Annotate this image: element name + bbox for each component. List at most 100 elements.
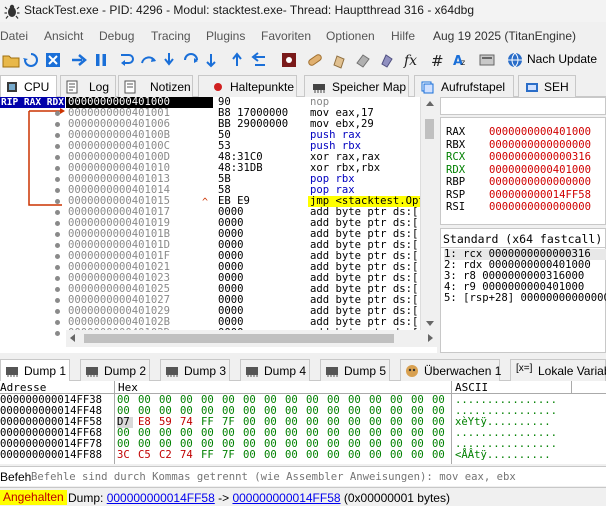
call-convention-pane[interactable]: Standard (x64 fastcall) 1: rcx 000000000… (440, 228, 606, 353)
breakpoint-toggle-dot[interactable] (55, 133, 60, 138)
scroll-down-icon[interactable] (426, 321, 434, 326)
dump-hex-byte[interactable]: C2 (159, 450, 175, 461)
patch-icon[interactable] (306, 51, 324, 69)
bytes-column[interactable]: 90 B8 17000000 BB 29000000 50 53 48:31C0 48:31… (213, 97, 306, 339)
tab-dump-4[interactable]: Dump 4 (240, 359, 310, 381)
restart-icon[interactable] (22, 51, 40, 69)
dump-hex-byte[interactable]: 00 (348, 450, 364, 461)
dump-hex-byte[interactable]: 00 (264, 450, 280, 461)
open-folder-icon[interactable] (2, 51, 20, 69)
functions-icon[interactable]: fx (402, 51, 420, 69)
instruction-column[interactable]: nop mov eax,17 mov ebx,29 push rax push rbx x… (308, 97, 420, 330)
settings-icon[interactable] (478, 51, 496, 69)
tab-aufrufstapel[interactable]: Aufrufstapel (414, 75, 514, 97)
dump-hex-byte[interactable]: 00 (285, 450, 301, 461)
register-value[interactable]: 0000000000000000 (489, 176, 591, 188)
dump-hex-byte[interactable]: 7F (222, 450, 238, 461)
execute-till-return-icon[interactable] (202, 51, 220, 69)
dump-hex-byte[interactable]: 74 (180, 450, 196, 461)
tab-haltepunkte[interactable]: Haltepunkte (198, 75, 297, 97)
step-into-icon[interactable] (118, 51, 136, 69)
breakpoint-toggle-dot[interactable] (55, 254, 60, 259)
dump-hex-header[interactable]: Hex (118, 381, 138, 394)
menu-favoriten[interactable]: Favoriten (261, 29, 311, 43)
dump-ascii-header[interactable]: ASCII (455, 381, 488, 394)
tab-lokale-variablen[interactable]: [x=] Lokale Variablen (510, 359, 606, 381)
disassembly-horizontal-scrollbar[interactable] (66, 330, 437, 347)
dump-start-link[interactable]: 000000000014FF58 (107, 491, 215, 505)
breakpoint-toggle-dot[interactable] (55, 320, 60, 325)
bookmarks-icon[interactable] (378, 51, 396, 69)
disassembly-vertical-scrollbar[interactable] (420, 97, 437, 330)
breakpoint-toggle-dot[interactable] (55, 221, 60, 226)
hex-dump-rows[interactable]: 000000000014FF38 00 00 00 00 00 00 00 00 00 00 00 00… (0, 395, 606, 464)
dump-hex-byte[interactable]: C5 (138, 450, 154, 461)
scylla-icon[interactable] (280, 51, 298, 69)
step-back-icon[interactable] (250, 51, 268, 69)
tab-dump-1[interactable]: Dump 1 (0, 359, 70, 381)
tab-seh[interactable]: SEH (518, 75, 576, 97)
breakpoint-toggle-dot[interactable] (55, 298, 60, 303)
dump-hex-byte[interactable]: 00 (369, 450, 385, 461)
breakpoint-toggle-dot[interactable] (55, 188, 60, 193)
tab-dump-5[interactable]: Dump 5 (320, 359, 390, 381)
address-column[interactable]: 0000000000401000 0000000000401001 00000000… (66, 97, 213, 339)
dump-hex-byte[interactable]: 3C (117, 450, 133, 461)
breakpoint-toggle-dot[interactable] (55, 166, 60, 171)
breakpoint-toggle-dot[interactable] (55, 199, 60, 204)
register-value[interactable]: 0000000000000000 (489, 201, 591, 213)
hash-icon[interactable]: # (428, 51, 446, 69)
scroll-right-icon[interactable] (428, 334, 433, 342)
dump-hex-byte[interactable]: 00 (390, 450, 406, 461)
dump-hex-byte[interactable]: 00 (411, 450, 427, 461)
breakpoint-toggle-dot[interactable] (55, 155, 60, 160)
register-value[interactable]: 0000000000401000 (489, 164, 591, 176)
tab-ueberwachen-1[interactable]: Überwachen 1 (400, 359, 501, 381)
check-update-button[interactable]: Nach Update (527, 52, 597, 66)
menu-optionen[interactable]: Optionen (326, 29, 375, 43)
update-globe-icon[interactable] (506, 51, 524, 69)
tab-log[interactable]: Log (60, 75, 116, 97)
breakpoint-toggle-dot[interactable] (55, 331, 60, 336)
dump-hex-byte[interactable]: 00 (306, 450, 322, 461)
breakpoint-toggle-dot[interactable] (55, 309, 60, 314)
menu-tracing[interactable]: Tracing (151, 29, 191, 43)
dump-address-header[interactable]: Adresse (0, 381, 46, 394)
register-value[interactable]: 0000000000401000 (489, 126, 591, 138)
dump-end-link[interactable]: 000000000014FF58 (232, 491, 340, 505)
dump-row-address[interactable]: 000000000014FF88 (0, 450, 102, 461)
menu-debug[interactable]: Debug (99, 29, 134, 43)
scroll-left-icon[interactable] (70, 334, 75, 342)
breakpoint-toggle-dot[interactable] (55, 210, 60, 215)
breakpoint-toggle-dot[interactable] (55, 232, 60, 237)
breakpoint-toggle-dot[interactable] (55, 243, 60, 248)
run-icon[interactable] (70, 51, 88, 69)
tab-speicher-map[interactable]: Speicher Map (304, 75, 409, 97)
menu-datei[interactable]: Datei (0, 29, 28, 43)
breakpoint-toggle-dot[interactable] (55, 144, 60, 149)
breakpoint-toggle-dot[interactable] (55, 287, 60, 292)
pause-icon[interactable] (92, 51, 110, 69)
tab-cpu[interactable]: CPU (0, 75, 57, 97)
call-argument-line[interactable]: 5: [rsp+28] 0000000000000000 (444, 293, 606, 304)
menu-hilfe[interactable]: Hilfe (391, 29, 415, 43)
breakpoint-toggle-dot[interactable] (55, 177, 60, 182)
run-to-user-code-icon[interactable] (228, 51, 246, 69)
labels-icon[interactable] (354, 51, 372, 69)
dump-hex-byte[interactable]: 00 (327, 450, 343, 461)
breakpoint-toggle-dot[interactable] (55, 122, 60, 127)
register-value[interactable]: 0000000000000000 (489, 139, 591, 151)
trace-over-icon[interactable] (182, 51, 200, 69)
tab-dump-2[interactable]: Dump 2 (80, 359, 150, 381)
close-debuggee-icon[interactable] (44, 51, 62, 69)
dump-row-ascii[interactable]: <ÅÂtÿ.......... (455, 450, 551, 461)
dump-hex-byte[interactable]: FF (201, 450, 217, 461)
comments-icon[interactable] (330, 51, 348, 69)
register-value[interactable]: 000000000014FF58 (489, 189, 591, 201)
register-value[interactable]: 0000000000000316 (489, 151, 591, 163)
menu-plugins[interactable]: Plugins (206, 29, 245, 43)
font-icon[interactable]: Az (452, 51, 470, 69)
menu-ansicht[interactable]: Ansicht (44, 29, 83, 43)
tab-dump-3[interactable]: Dump 3 (160, 359, 230, 381)
trace-into-icon[interactable] (160, 51, 178, 69)
